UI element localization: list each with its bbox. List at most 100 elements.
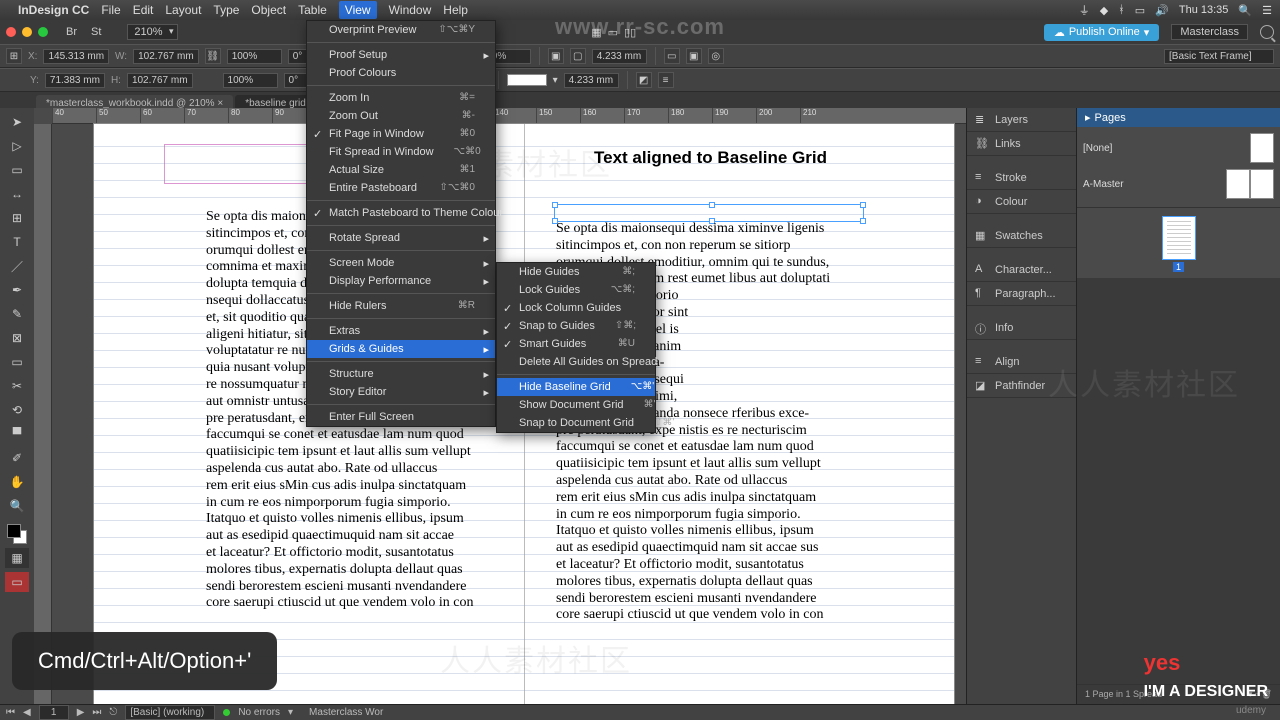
- content-collector-icon[interactable]: ⊞: [5, 208, 29, 228]
- panel-links[interactable]: ⛓Links: [967, 132, 1076, 156]
- master-none-label[interactable]: [None]: [1083, 143, 1112, 154]
- panel-character[interactable]: ACharacter...: [967, 258, 1076, 282]
- menu-item-hide-rulers[interactable]: Hide Rulers⌘R: [307, 297, 495, 315]
- corner-options-icon[interactable]: ◩: [636, 72, 652, 88]
- menu-item-zoom-out[interactable]: Zoom Out⌘-: [307, 107, 495, 125]
- gap2-field[interactable]: 4.233 mm: [564, 73, 619, 88]
- gap-field[interactable]: 4.233 mm: [592, 49, 647, 64]
- bridge-link[interactable]: Br: [66, 26, 77, 38]
- menu-item-actual-size[interactable]: Actual Size⌘1: [307, 161, 495, 179]
- scale-y-field[interactable]: 100%: [223, 73, 278, 88]
- horizontal-ruler[interactable]: 4050607080901001101201301401501601701801…: [52, 108, 966, 124]
- zoom-level-select[interactable]: 210%: [127, 24, 177, 40]
- volume-icon[interactable]: 🔊: [1155, 4, 1169, 17]
- menu-item-lock-column-guides[interactable]: Lock Column Guides: [497, 299, 655, 317]
- page-field[interactable]: 1: [39, 705, 69, 720]
- a-master-label[interactable]: A-Master: [1083, 179, 1124, 190]
- menu-item-match-pasteboard-to-theme-colour[interactable]: Match Pasteboard to Theme Colour: [307, 204, 495, 222]
- view-mode-preview-icon[interactable]: ▭: [5, 572, 29, 592]
- wifi-icon[interactable]: ⏚: [1079, 2, 1090, 18]
- bluetooth-icon[interactable]: ᚼ: [1118, 4, 1125, 16]
- text-wrap-none-icon[interactable]: ▭: [664, 48, 680, 64]
- battery-icon[interactable]: ▭: [1135, 4, 1145, 17]
- menu-item-overprint-preview[interactable]: Overprint Preview⇧⌥⌘Y: [307, 21, 495, 39]
- text-wrap-shape-icon[interactable]: ◎: [708, 48, 724, 64]
- reference-point-icon[interactable]: ⊞: [6, 48, 22, 64]
- zoom-tool-icon[interactable]: 🔍: [5, 496, 29, 516]
- menu-edit[interactable]: Edit: [133, 3, 154, 17]
- menu-item-display-performance[interactable]: Display Performance: [307, 272, 495, 290]
- last-page-icon[interactable]: ⏭: [92, 707, 101, 718]
- panel-paragraph[interactable]: ¶Paragraph...: [967, 282, 1076, 306]
- type-tool-icon[interactable]: T: [5, 232, 29, 252]
- menu-item-structure[interactable]: Structure: [307, 365, 495, 383]
- pencil-tool-icon[interactable]: ✎: [5, 304, 29, 324]
- direct-selection-tool-icon[interactable]: ▷: [5, 136, 29, 156]
- view-mode-normal-icon[interactable]: ▦: [5, 548, 29, 568]
- menu-item-entire-pasteboard[interactable]: Entire Pasteboard⇧⌥⌘0: [307, 179, 495, 197]
- text-wrap-bb-icon[interactable]: ▣: [686, 48, 702, 64]
- view-options-icon[interactable]: ▦: [591, 26, 601, 39]
- menu-item-screen-mode[interactable]: Screen Mode: [307, 254, 495, 272]
- notification-icon[interactable]: ☰: [1262, 4, 1272, 17]
- fill-stroke-swatch[interactable]: [7, 524, 27, 544]
- panel-pathfinder[interactable]: ◪Pathfinder: [967, 374, 1076, 398]
- line-tool-icon[interactable]: ／: [5, 256, 29, 276]
- menu-file[interactable]: File: [101, 3, 120, 17]
- menu-item-story-editor[interactable]: Story Editor: [307, 383, 495, 401]
- search-icon[interactable]: [1260, 25, 1274, 39]
- screen-mode-icon[interactable]: ▭: [608, 26, 618, 39]
- pen-tool-icon[interactable]: ✒: [5, 280, 29, 300]
- menu-item-grids-guides[interactable]: Grids & Guides: [307, 340, 495, 358]
- preflight-profile[interactable]: [Basic] (working): [125, 705, 215, 720]
- pages-panel-tab[interactable]: ▸ Pages: [1077, 108, 1280, 127]
- menu-item-fit-page-in-window[interactable]: Fit Page in Window⌘0: [307, 125, 495, 143]
- selected-text-frame[interactable]: [554, 204, 864, 222]
- workspace-select[interactable]: Masterclass: [1171, 24, 1248, 40]
- panel-align[interactable]: ≡Align: [967, 350, 1076, 374]
- fit-content-icon[interactable]: ▣: [548, 48, 564, 64]
- spotlight-icon[interactable]: 🔍: [1238, 4, 1252, 17]
- menu-item-extras[interactable]: Extras: [307, 322, 495, 340]
- h-field[interactable]: 102.767 mm: [127, 73, 193, 88]
- stock-link[interactable]: St: [91, 26, 101, 38]
- menu-help[interactable]: Help: [443, 3, 468, 17]
- rectangle-frame-tool-icon[interactable]: ⊠: [5, 328, 29, 348]
- x-field[interactable]: 145.313 mm: [43, 49, 109, 64]
- publish-online-button[interactable]: ☁ Publish Online ▾: [1044, 24, 1159, 41]
- rectangle-tool-icon[interactable]: ▭: [5, 352, 29, 372]
- menu-table[interactable]: Table: [298, 3, 327, 17]
- menu-item-proof-colours[interactable]: Proof Colours: [307, 64, 495, 82]
- menu-item-hide-guides[interactable]: Hide Guides⌘;: [497, 263, 655, 281]
- menu-item-snap-to-guides[interactable]: Snap to Guides⇧⌘;: [497, 317, 655, 335]
- menu-type[interactable]: Type: [213, 3, 239, 17]
- menu-item-show-document-grid[interactable]: Show Document Grid⌘': [497, 396, 655, 414]
- none-master-thumb[interactable]: [1250, 133, 1274, 163]
- page-1-thumb[interactable]: [1162, 216, 1196, 260]
- scissors-tool-icon[interactable]: ✂: [5, 376, 29, 396]
- dropbox-icon[interactable]: ◆: [1100, 4, 1108, 17]
- align-icon[interactable]: ≡: [658, 72, 674, 88]
- a-master-thumb-r[interactable]: [1250, 169, 1274, 199]
- open-icon[interactable]: ⎋: [109, 707, 117, 718]
- menu-item-delete-all-guides-on-spread[interactable]: Delete All Guides on Spread: [497, 353, 655, 371]
- gap-tool-icon[interactable]: ↔: [5, 184, 29, 204]
- preflight-errors[interactable]: No errors: [238, 707, 280, 718]
- fit-frame-icon[interactable]: ▢: [570, 48, 586, 64]
- menu-item-enter-full-screen[interactable]: Enter Full Screen: [307, 408, 495, 426]
- eyedropper-tool-icon[interactable]: ✐: [5, 448, 29, 468]
- menu-item-snap-to-document-grid[interactable]: Snap to Document Grid⇧⌘': [497, 414, 655, 432]
- panel-info[interactable]: ⓘInfo: [967, 316, 1076, 340]
- panel-swatches[interactable]: ▦Swatches: [967, 224, 1076, 248]
- page-tool-icon[interactable]: ▭: [5, 160, 29, 180]
- menu-item-rotate-spread[interactable]: Rotate Spread: [307, 229, 495, 247]
- clock[interactable]: Thu 13:35: [1179, 4, 1229, 16]
- a-master-thumb-l[interactable]: [1226, 169, 1250, 199]
- menu-item-smart-guides[interactable]: Smart Guides⌘U: [497, 335, 655, 353]
- menu-layout[interactable]: Layout: [165, 3, 201, 17]
- free-transform-tool-icon[interactable]: ⟲: [5, 400, 29, 420]
- panel-stroke[interactable]: ≡Stroke: [967, 166, 1076, 190]
- vertical-ruler[interactable]: [34, 124, 52, 704]
- prev-page-icon[interactable]: ◀: [23, 707, 31, 718]
- first-page-icon[interactable]: ⏮: [6, 707, 15, 718]
